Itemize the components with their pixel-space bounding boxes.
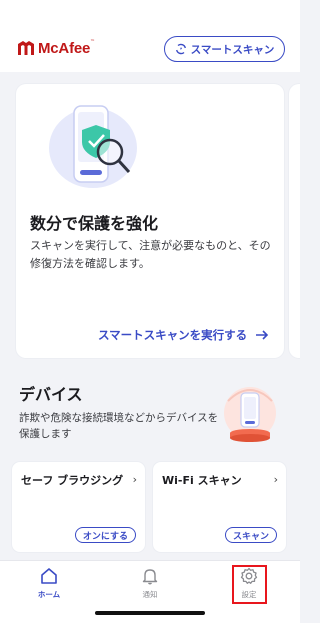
device-pedestal-illustration xyxy=(224,387,276,442)
phone-shield-illustration xyxy=(49,105,137,188)
smart-scan-label: スマートスキャン xyxy=(190,43,275,56)
safe-browsing-title: セーフ ブラウジング xyxy=(21,474,124,487)
chevron-right-icon: › xyxy=(273,473,278,486)
wifi-scan-title: Wi-Fi スキャン xyxy=(162,474,242,487)
run-smart-scan-link[interactable]: スマートスキャンを実行する xyxy=(98,327,269,343)
devices-description: 詐欺や危険な接続環境などからデバイスを保護します xyxy=(19,412,219,440)
hero-title: 数分で保護を強化 xyxy=(30,214,159,233)
logo-trademark: ™ xyxy=(90,39,96,45)
bell-icon xyxy=(142,569,158,585)
hero-description: スキャンを実行して、注意が必要なものと、その修復方法を確認します。 xyxy=(30,239,271,270)
nav-notifications-label: 通知 xyxy=(142,590,158,599)
logo-text: McAfee xyxy=(38,39,91,57)
next-card-peek[interactable] xyxy=(289,84,300,358)
app-screen: McAfee ™ スマートスキャン 数分で保護を強化 スキャンを実行して、注意が… xyxy=(0,0,300,623)
devices-title: デバイス xyxy=(19,385,83,404)
turn-on-button[interactable]: オンにする xyxy=(74,527,136,543)
nav-home-label: ホーム xyxy=(37,590,61,599)
mcafee-shield-icon xyxy=(18,41,34,55)
settings-highlight-box xyxy=(232,565,267,604)
scan-icon xyxy=(175,43,186,55)
smart-scan-button[interactable]: スマートスキャン xyxy=(164,36,285,62)
nav-notifications[interactable]: 通知 xyxy=(120,567,180,600)
home-indicator xyxy=(95,611,205,615)
run-smart-scan-label: スマートスキャンを実行する xyxy=(98,328,248,342)
nav-home[interactable]: ホーム xyxy=(19,567,79,600)
mcafee-logo: McAfee ™ xyxy=(17,38,95,58)
home-icon xyxy=(41,568,57,584)
protection-card[interactable]: 数分で保護を強化 スキャンを実行して、注意が必要なものと、その修復方法を確認しま… xyxy=(16,84,284,358)
safe-browsing-card[interactable]: セーフ ブラウジング › オンにする xyxy=(12,462,145,552)
chevron-right-icon: › xyxy=(132,473,137,486)
app-header: McAfee ™ スマートスキャン xyxy=(0,0,300,72)
wifi-scan-card[interactable]: Wi-Fi スキャン › スキャン xyxy=(153,462,286,552)
scan-button[interactable]: スキャン xyxy=(224,527,277,543)
arrow-right-icon xyxy=(256,330,269,340)
